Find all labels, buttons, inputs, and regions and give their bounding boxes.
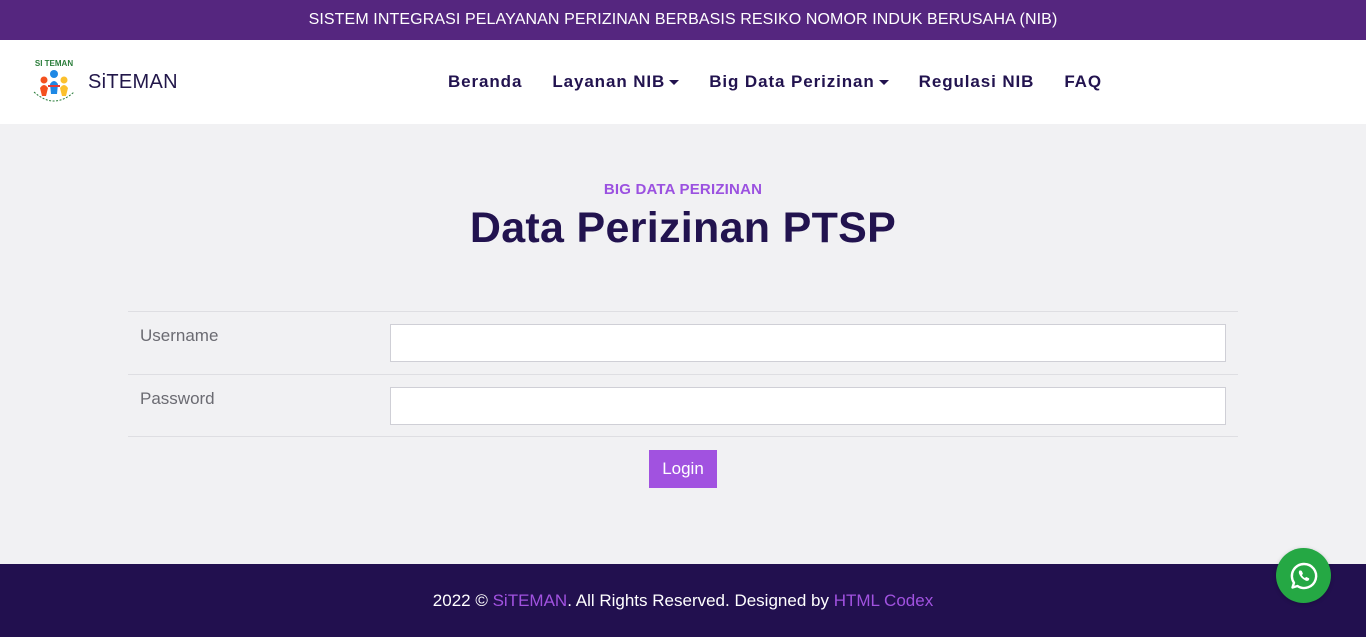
footer-rights: . All Rights Reserved. Designed by	[567, 591, 834, 610]
nav-item-regulasi-nib[interactable]: Regulasi NIB	[919, 72, 1035, 92]
nav-item-label: Regulasi NIB	[918, 72, 1035, 91]
section-eyebrow: BIG DATA PERIZINAN	[603, 181, 763, 198]
top-announcement-bar: SISTEM INTEGRASI PELAYANAN PERIZINAN BER…	[0, 0, 1366, 40]
siteman-logo: SI TEMAN	[26, 54, 82, 110]
nav-item-layanan-nib[interactable]: Layanan NIB	[552, 72, 680, 92]
svg-text:SI TEMAN: SI TEMAN	[35, 59, 73, 68]
password-label: Password	[140, 389, 215, 408]
username-label: Username	[140, 326, 219, 345]
top-announcement-text: SISTEM INTEGRASI PELAYANAN PERIZINAN BER…	[308, 11, 1058, 28]
whatsapp-icon	[1290, 562, 1317, 589]
footer-year: 2022 ©	[432, 591, 493, 610]
footer-brand-link[interactable]: SiTEMAN	[493, 591, 568, 610]
nav-item-label: Beranda	[448, 72, 523, 91]
caret-down-icon	[878, 80, 889, 85]
page-title: Data Perizinan PTSP	[469, 204, 897, 252]
username-row: Username	[128, 311, 1238, 374]
whatsapp-button[interactable]	[1276, 548, 1331, 603]
brand[interactable]: SI TEMAN SiTEMAN	[26, 54, 178, 110]
footer-designer-link[interactable]: HTML Codex	[834, 591, 934, 610]
nav-item-label: Big Data Perizinan	[709, 72, 875, 91]
nav-item-beranda[interactable]: Beranda	[448, 72, 522, 92]
nav-item-label: Layanan NIB	[552, 72, 666, 91]
username-input[interactable]	[390, 324, 1226, 362]
main-content: BIG DATA PERIZINAN Data Perizinan PTSP U…	[0, 124, 1366, 564]
nav-item-big-data-perizinan[interactable]: Big Data Perizinan	[709, 72, 889, 92]
password-row: Password	[128, 374, 1238, 437]
caret-down-icon	[669, 80, 680, 85]
login-button[interactable]: Login	[649, 450, 717, 488]
brand-name: SiTEMAN	[88, 70, 178, 93]
main-nav: Beranda Layanan NIB Big Data Perizinan R…	[448, 40, 1132, 124]
password-input[interactable]	[390, 387, 1226, 425]
nav-item-label: FAQ	[1064, 72, 1102, 91]
navbar: SI TEMAN SiTEMAN Beranda Layanan NIB Big…	[0, 40, 1366, 124]
login-form: Username Password Login	[128, 311, 1238, 488]
footer: 2022 © SiTEMAN. All Rights Reserved. Des…	[0, 564, 1366, 637]
nav-item-faq[interactable]: FAQ	[1064, 72, 1102, 92]
